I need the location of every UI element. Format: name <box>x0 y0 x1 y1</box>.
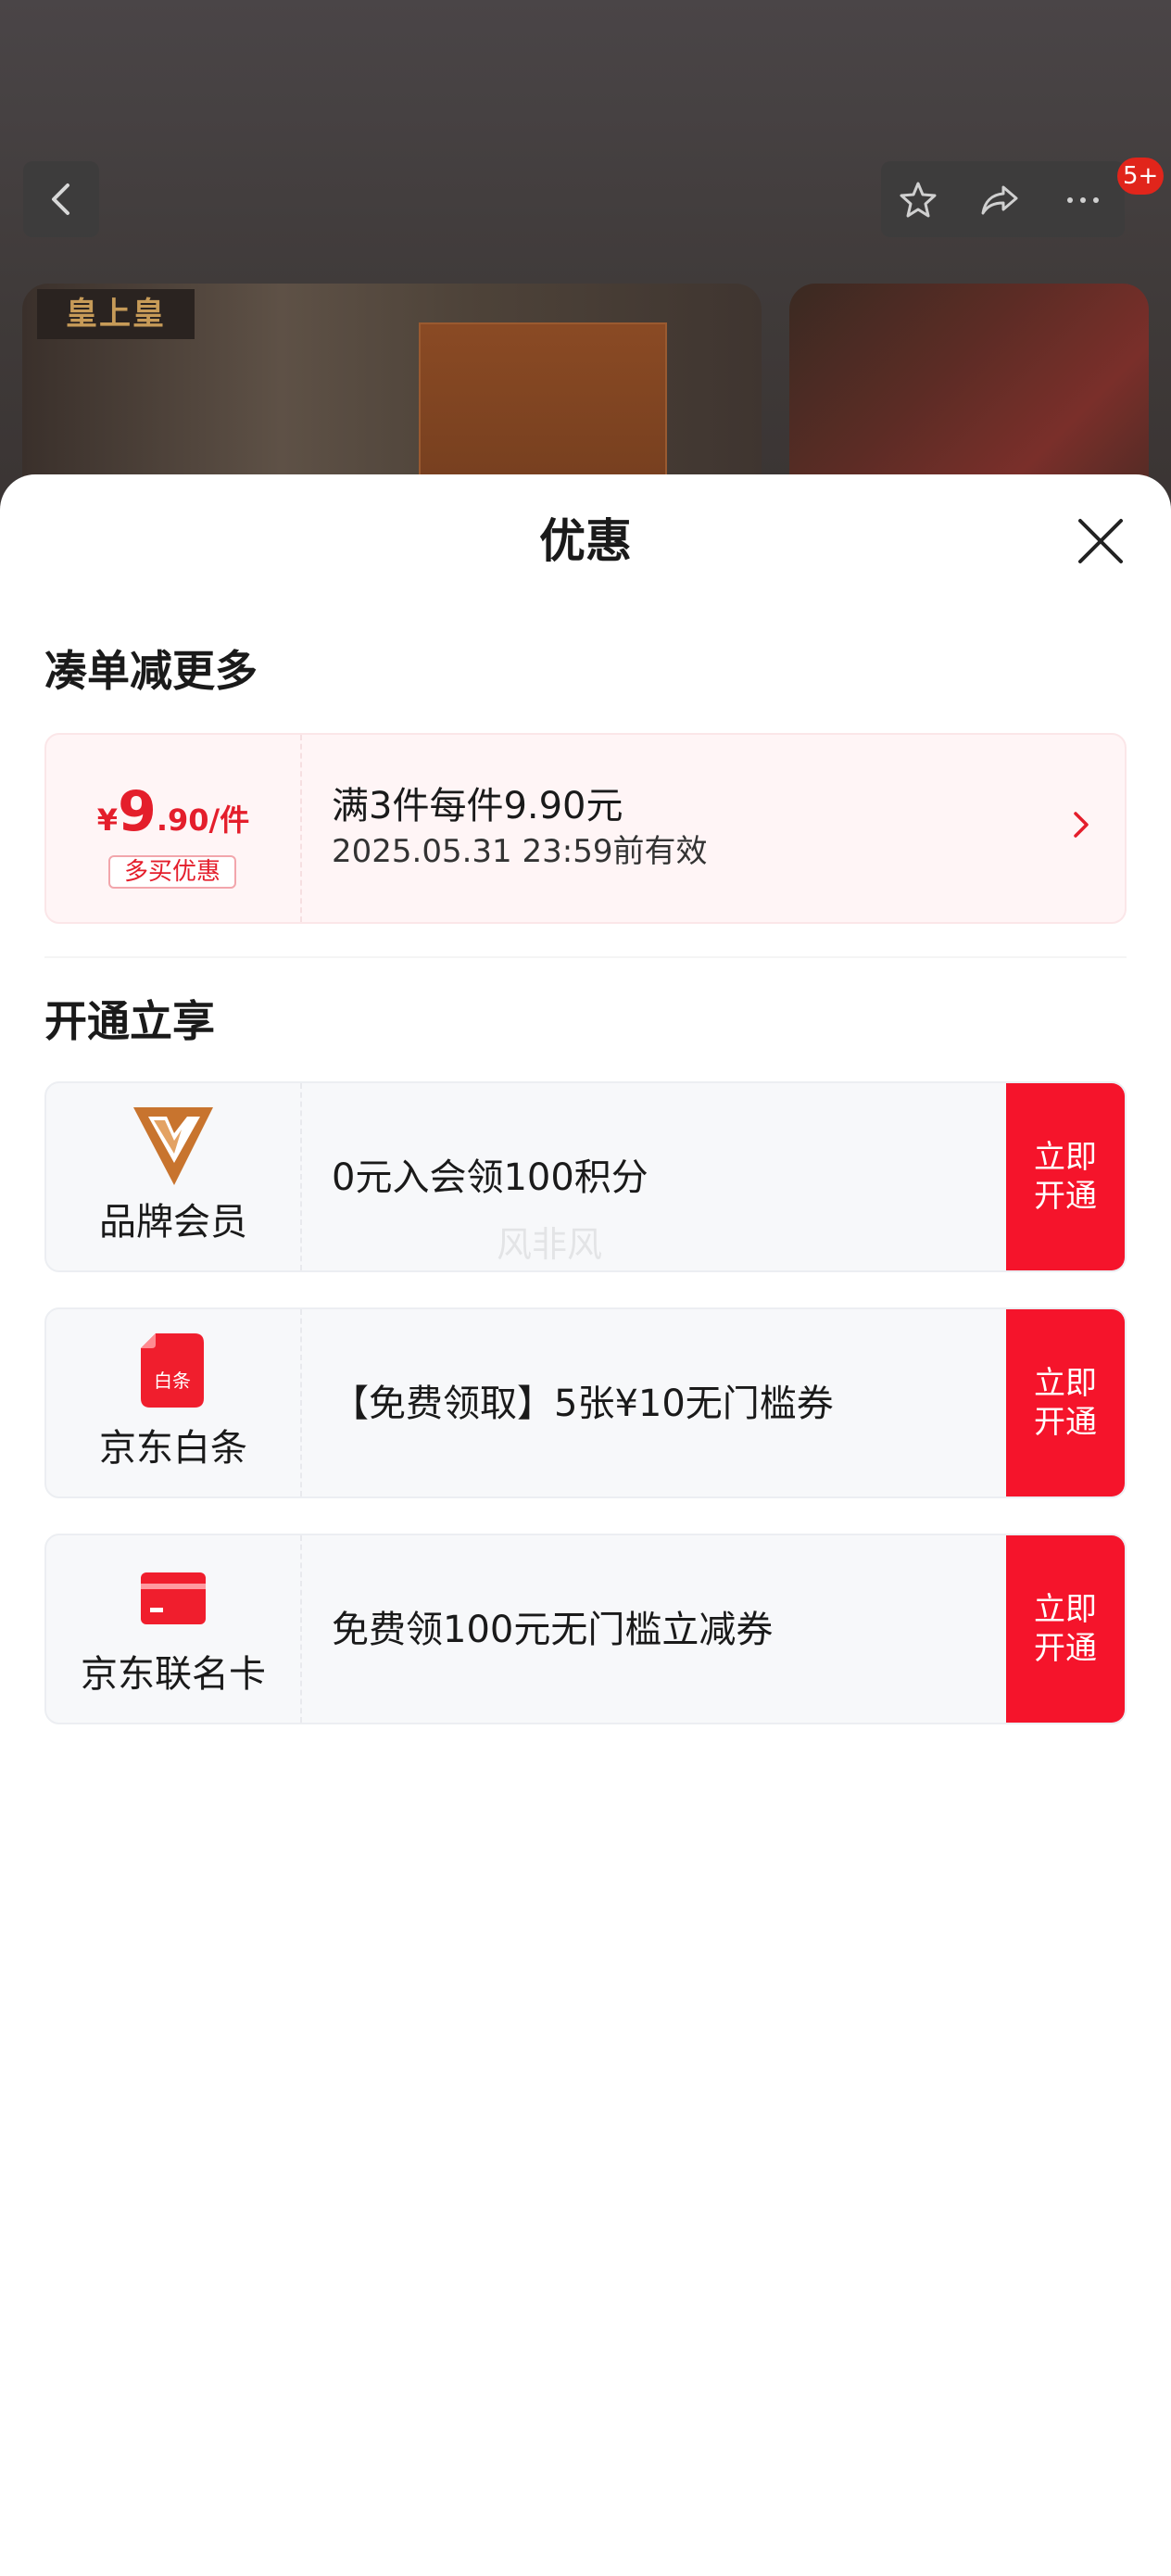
price-integer: 9 <box>118 779 157 844</box>
promo-price: ¥9.90/件 <box>46 779 300 844</box>
product-page-backdrop[interactable]: 5+ 皇上皇 <box>0 0 1171 519</box>
brand-v-logo-icon <box>133 1107 213 1185</box>
activate-button-label: 立即开通 <box>1034 1365 1097 1441</box>
baitiao-icon-text: 白条 <box>154 1370 191 1392</box>
credit-card-icon <box>141 1572 206 1624</box>
sheet-title: 优惠 <box>539 514 632 568</box>
card-left-block: 品牌会员 <box>46 1083 302 1270</box>
section-title-membership: 开通立享 <box>44 996 215 1046</box>
card-icon-wrap: 白条 <box>46 1333 300 1411</box>
activate-button[interactable]: 立即开通 <box>1006 1535 1125 1723</box>
card-offer: 免费领100元无门槛立减券 <box>332 1609 774 1651</box>
back-button[interactable] <box>23 161 99 237</box>
section-divider <box>44 956 1127 958</box>
discount-sheet: 优惠 凑单减更多 ¥9.90/件 多买优惠 满3件每件9.90元 2025.05… <box>0 474 1171 2576</box>
card-label: 京东联名卡 <box>81 1653 266 1696</box>
activate-button[interactable]: 立即开通 <box>1006 1083 1125 1270</box>
card-icon-wrap <box>46 1107 300 1189</box>
more-icon[interactable] <box>1063 180 1103 221</box>
card-offer: 【免费领取】5张¥10无门槛券 <box>332 1383 834 1425</box>
star-icon[interactable] <box>898 180 938 221</box>
share-icon[interactable] <box>979 180 1020 221</box>
card-left-block: 白条 京东白条 <box>46 1309 302 1496</box>
top-action-group <box>881 161 1125 237</box>
bundle-promo-card[interactable]: ¥9.90/件 多买优惠 满3件每件9.90元 2025.05.31 23:59… <box>44 733 1127 924</box>
brand-logo: 皇上皇 <box>37 289 195 339</box>
promo-price-block: ¥9.90/件 多买优惠 <box>46 735 302 922</box>
price-currency: ¥ <box>96 802 119 838</box>
promo-validity: 2025.05.31 23:59前有效 <box>332 833 708 870</box>
card-left-block: 京东联名卡 <box>46 1535 302 1723</box>
card-icon-wrap <box>46 1572 300 1628</box>
card-label: 京东白条 <box>99 1427 247 1470</box>
activate-button-label: 立即开通 <box>1034 1139 1097 1215</box>
chevron-right-icon <box>1074 812 1089 838</box>
baitiao-icon: 白条 <box>141 1333 204 1408</box>
close-icon[interactable] <box>1075 515 1127 567</box>
activate-button[interactable]: 立即开通 <box>1006 1309 1125 1496</box>
message-badge: 5+ <box>1117 158 1165 195</box>
membership-card-baitiao[interactable]: 白条 京东白条 【免费领取】5张¥10无门槛券 立即开通 <box>44 1307 1127 1498</box>
promo-description: 满3件每件9.90元 <box>332 785 623 827</box>
card-label: 品牌会员 <box>99 1201 247 1244</box>
card-offer: 0元入会领100积分 <box>332 1156 648 1199</box>
activate-button-label: 立即开通 <box>1034 1591 1097 1667</box>
watermark: 风非风 <box>497 1224 603 1265</box>
membership-card-cobrand[interactable]: 京东联名卡 免费领100元无门槛立减券 立即开通 <box>44 1534 1127 1724</box>
price-suffix: .90/件 <box>156 802 250 838</box>
chevron-left-icon <box>52 183 69 215</box>
promo-tag: 多买优惠 <box>108 855 236 889</box>
section-title-bundle: 凑单减更多 <box>44 646 258 696</box>
